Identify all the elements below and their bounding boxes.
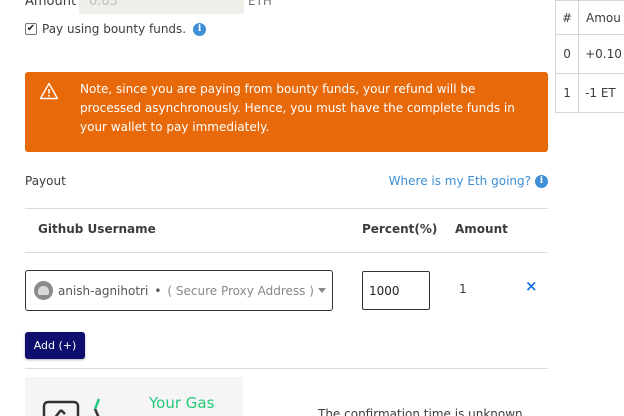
row-index: 0 [554,34,580,74]
payout-label: Payout [25,174,66,188]
eth-going-link-text: Where is my Eth going? [388,174,531,188]
eth-going-link[interactable]: Where is my Eth going? i [389,174,548,188]
row-amount: +0.10 [578,34,624,74]
refund-alert: Note, since you are paying from bounty f… [25,72,548,152]
amount-label: Amount [25,0,77,9]
amount-row: Amount 0.03 ETH [25,0,272,14]
column-header-amount: Amou [578,0,624,35]
table-row: 1 -1 ET [554,73,624,113]
remove-icon[interactable]: × [525,279,538,294]
confirmation-time-text: The confirmation time is unknown [318,407,523,416]
chevron-down-icon[interactable] [318,288,326,293]
table-row: 0 +0.10 [554,34,624,74]
row-index: 1 [554,73,580,113]
row-amount: -1 ET [578,73,624,113]
separator-dot: • [154,283,162,298]
github-username-select[interactable]: anish-agnihotri • ( Secure Proxy Address… [25,270,333,311]
alert-text: Note, since you are paying from bounty f… [80,82,515,134]
payout-header: Payout Where is my Eth going? i [25,174,548,188]
proxy-address-label: ( Secure Proxy Address ) [167,283,314,298]
gas-title: Your Gas [149,394,215,412]
column-header-index: # [554,0,580,35]
divider [25,368,548,369]
bounty-funds-label: Pay using bounty funds. [42,22,187,36]
gas-card: Your Gas [25,377,243,416]
amount-value: 1 [459,282,467,296]
header-percent: Percent(%) [362,222,438,236]
username-value: anish-agnihotri [58,283,149,298]
header-github-username: Github Username [38,222,156,236]
amount-input[interactable]: 0.03 [79,0,244,14]
header-amount: Amount [455,222,508,236]
add-button[interactable]: Add (+) [25,332,85,359]
warning-icon [39,82,59,100]
divider [25,208,548,209]
bounty-funds-option[interactable]: ✔ Pay using bounty funds. i [25,22,207,36]
bounty-funds-checkbox[interactable]: ✔ [25,23,37,35]
info-icon: i [535,174,548,188]
transaction-table: # Amou 0 +0.10 1 -1 ET [554,0,624,113]
table-header-row: # Amou [554,0,624,35]
info-icon[interactable]: i [193,22,207,36]
avatar [34,281,53,300]
divider [25,252,548,253]
gas-pump-icon [42,398,101,416]
percent-input[interactable]: 1000 [362,271,430,310]
amount-unit: ETH [248,0,272,8]
